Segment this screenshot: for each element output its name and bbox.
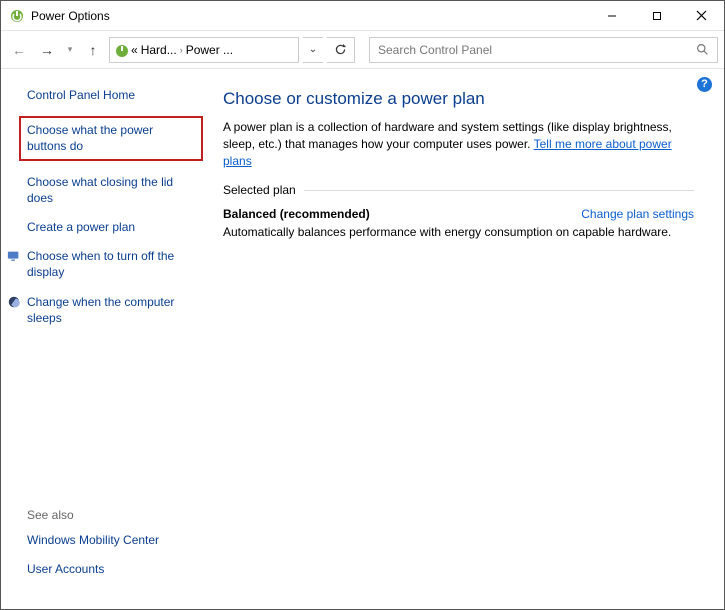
search-input[interactable]: Search Control Panel: [369, 37, 718, 63]
divider: [304, 190, 694, 191]
see-also-mobility-center[interactable]: Windows Mobility Center: [27, 532, 199, 548]
titlebar: Power Options: [1, 1, 724, 31]
plan-description: Automatically balances performance with …: [223, 225, 694, 239]
refresh-button[interactable]: [327, 37, 355, 63]
main-panel: ? Choose or customize a power plan A pow…: [211, 69, 724, 607]
sidebar-item-display-off[interactable]: Choose when to turn off the display: [27, 248, 199, 280]
window-controls: [589, 1, 724, 30]
see-also-section: See also Windows Mobility Center User Ac…: [27, 508, 199, 595]
chevron-right-icon: ›: [180, 45, 183, 55]
minimize-button[interactable]: [589, 1, 634, 30]
sidebar: Control Panel Home Choose what the power…: [1, 69, 211, 607]
power-options-icon: [9, 8, 25, 24]
maximize-button[interactable]: [634, 1, 679, 30]
sidebar-item-power-buttons[interactable]: Choose what the power buttons do: [27, 122, 195, 154]
window-title: Power Options: [31, 9, 589, 23]
address-bar[interactable]: « Hard... › Power ...: [109, 37, 299, 63]
display-off-icon: [7, 249, 21, 263]
sidebar-item-closing-lid[interactable]: Choose what closing the lid does: [27, 174, 199, 206]
back-button[interactable]: ←: [7, 36, 31, 64]
toolbar: ← → ▾ ↑ « Hard... › Power ... ⌄ Search C…: [1, 31, 724, 69]
page-heading: Choose or customize a power plan: [223, 89, 694, 109]
page-description: A power plan is a collection of hardware…: [223, 119, 694, 169]
up-button[interactable]: ↑: [81, 36, 105, 64]
help-icon[interactable]: ?: [697, 77, 712, 92]
breadcrumb-prefix: «: [131, 43, 138, 57]
breadcrumb-segment[interactable]: Power ...: [186, 43, 233, 57]
selected-plan-header: Selected plan: [223, 183, 694, 197]
forward-button[interactable]: →: [35, 36, 59, 64]
sleep-icon: [7, 295, 21, 309]
control-panel-home-link[interactable]: Control Panel Home: [27, 87, 199, 103]
search-placeholder: Search Control Panel: [378, 43, 696, 57]
change-plan-settings-link[interactable]: Change plan settings: [581, 207, 694, 221]
sidebar-item-create-plan[interactable]: Create a power plan: [27, 219, 199, 235]
breadcrumb-segment[interactable]: Hard...: [141, 43, 177, 57]
address-history-dropdown[interactable]: ⌄: [303, 37, 323, 63]
see-also-user-accounts[interactable]: User Accounts: [27, 561, 199, 577]
close-button[interactable]: [679, 1, 724, 30]
history-dropdown[interactable]: ▾: [63, 36, 77, 64]
see-also-header: See also: [27, 508, 199, 522]
section-label: Selected plan: [223, 183, 296, 197]
content-area: Control Panel Home Choose what the power…: [1, 69, 724, 607]
search-icon: [696, 43, 709, 56]
sidebar-item-sleep[interactable]: Change when the computer sleeps: [27, 294, 199, 326]
plan-row: Balanced (recommended) Change plan setti…: [223, 207, 694, 221]
plan-name: Balanced (recommended): [223, 207, 370, 221]
power-options-icon: [114, 43, 128, 57]
